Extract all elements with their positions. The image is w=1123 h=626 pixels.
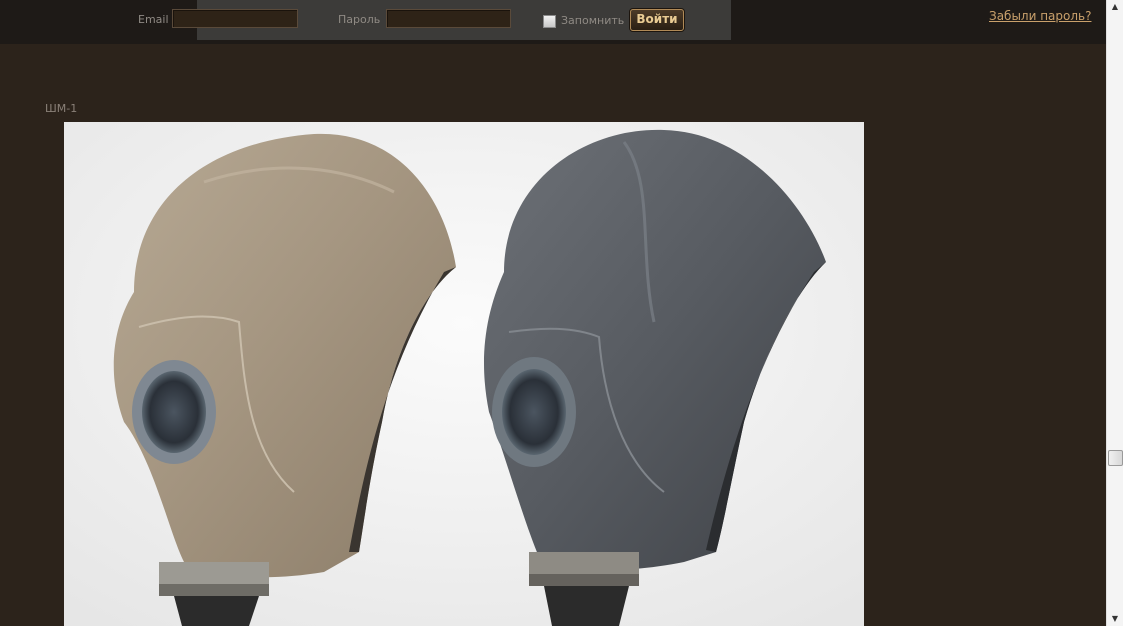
top-bar: Email Пароль Запомнить Войти Забыли паро… bbox=[0, 0, 1106, 44]
password-field[interactable] bbox=[386, 9, 511, 28]
scroll-up-icon[interactable]: ▲ bbox=[1107, 0, 1123, 14]
password-label: Пароль bbox=[338, 13, 381, 26]
email-field[interactable] bbox=[172, 9, 298, 28]
page-scrollbar[interactable]: ▲ ▼ bbox=[1106, 0, 1123, 626]
email-label: Email bbox=[138, 13, 169, 26]
forgot-password-link[interactable]: Забыли пароль? bbox=[989, 9, 1091, 23]
remember-checkbox[interactable] bbox=[543, 15, 556, 28]
scroll-down-icon[interactable]: ▼ bbox=[1107, 612, 1123, 626]
gas-mask-photo bbox=[64, 122, 864, 626]
remember-label: Запомнить bbox=[561, 14, 625, 27]
login-button[interactable]: Войти bbox=[630, 9, 684, 31]
scroll-thumb[interactable] bbox=[1108, 450, 1123, 466]
photo-caption: ШМ-1 bbox=[45, 102, 78, 115]
